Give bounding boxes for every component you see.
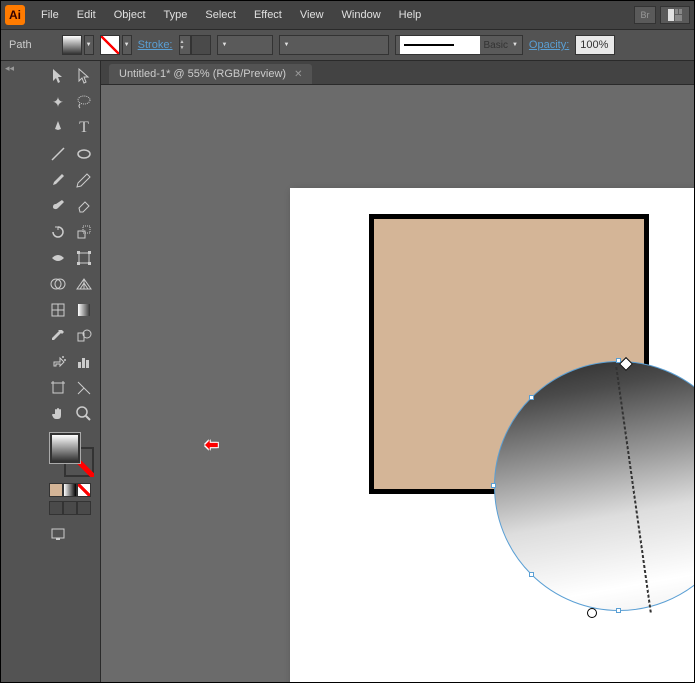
canvas-viewport[interactable]: ⬅ <box>101 85 694 682</box>
opacity-input[interactable]: 100% <box>575 35 615 55</box>
column-graph-tool-icon[interactable] <box>71 349 97 375</box>
menu-edit[interactable]: Edit <box>69 5 104 25</box>
magic-wand-tool-icon[interactable]: ✦ <box>45 89 71 115</box>
brush-preset-dropdown[interactable]: Basic ▼ <box>395 35 523 55</box>
document-tab-title: Untitled-1* @ 55% (RGB/Preview) <box>119 68 286 80</box>
stroke-weight-stepper[interactable]: ▲▼ <box>179 35 211 55</box>
bridge-button[interactable]: Br <box>634 6 656 24</box>
perspective-grid-tool-icon[interactable] <box>71 271 97 297</box>
menu-file[interactable]: File <box>33 5 67 25</box>
slice-tool-icon[interactable] <box>71 375 97 401</box>
opacity-label[interactable]: Opacity: <box>529 39 569 51</box>
app-logo-icon: Ai <box>5 5 25 25</box>
draw-behind-button[interactable] <box>63 501 77 515</box>
width-tool-icon[interactable] <box>45 245 71 271</box>
menu-bar: File Edit Object Type Select Effect View… <box>33 5 429 25</box>
menu-object[interactable]: Object <box>106 5 154 25</box>
brush-name-label: Basic <box>484 40 508 51</box>
stroke-dropdown[interactable]: ▼ <box>122 35 132 55</box>
gradient-end-handle[interactable] <box>587 608 597 618</box>
selection-handle[interactable] <box>529 395 534 400</box>
shape-builder-tool-icon[interactable] <box>45 271 71 297</box>
gradient-tool-icon[interactable] <box>71 297 97 323</box>
menu-type[interactable]: Type <box>156 5 196 25</box>
selection-handle[interactable] <box>491 483 496 488</box>
blend-tool-icon[interactable] <box>71 323 97 349</box>
stroke-weight-label[interactable]: Stroke: <box>138 39 173 51</box>
title-bar: Ai File Edit Object Type Select Effect V… <box>1 1 694 29</box>
artboard-tool-icon[interactable] <box>45 375 71 401</box>
expand-panel-icon[interactable]: ◂◂ <box>1 61 43 77</box>
fill-swatch[interactable] <box>62 35 82 55</box>
draw-normal-button[interactable] <box>49 501 63 515</box>
blob-brush-tool-icon[interactable] <box>45 193 71 219</box>
close-tab-icon[interactable]: ✕ <box>294 69 302 80</box>
fill-stroke-indicator[interactable] <box>50 433 94 477</box>
type-tool-icon[interactable]: T <box>71 115 97 141</box>
control-panel: Path ▼ ▼ Stroke: ▲▼ ▼ ▼ Basic ▼ Opacity:… <box>1 29 694 61</box>
menu-help[interactable]: Help <box>391 5 430 25</box>
draw-inside-button[interactable] <box>77 501 91 515</box>
brush-definition-dropdown[interactable]: ▼ <box>279 35 389 55</box>
shape-tool-icon[interactable] <box>71 141 97 167</box>
none-mode-button[interactable] <box>77 483 91 497</box>
menu-window[interactable]: Window <box>334 5 389 25</box>
menu-effect[interactable]: Effect <box>246 5 290 25</box>
pen-tool-icon[interactable] <box>45 115 71 141</box>
lasso-tool-icon[interactable] <box>71 89 97 115</box>
layout-arrange-button[interactable] <box>660 6 690 24</box>
symbol-sprayer-tool-icon[interactable] <box>45 349 71 375</box>
fill-color-box[interactable] <box>50 433 80 463</box>
document-tab-bar: Untitled-1* @ 55% (RGB/Preview) ✕ <box>101 61 694 85</box>
toolbox: ✦ T <box>43 61 101 682</box>
free-transform-tool-icon[interactable] <box>71 245 97 271</box>
selection-handle[interactable] <box>616 608 621 613</box>
var-width-profile-dropdown[interactable]: ▼ <box>217 35 273 55</box>
mesh-tool-icon[interactable] <box>45 297 71 323</box>
menu-view[interactable]: View <box>292 5 332 25</box>
line-tool-icon[interactable] <box>45 141 71 167</box>
scale-tool-icon[interactable] <box>71 219 97 245</box>
collapsed-panel-dock[interactable]: ◂◂ <box>1 61 43 682</box>
zoom-tool-icon[interactable] <box>71 401 97 427</box>
eyedropper-tool-icon[interactable] <box>45 323 71 349</box>
screen-mode-button[interactable] <box>45 521 71 547</box>
direct-selection-tool-icon[interactable] <box>71 63 97 89</box>
fill-dropdown[interactable]: ▼ <box>84 35 94 55</box>
annotation-arrow-icon: ⬅ <box>205 435 218 455</box>
pencil-tool-icon[interactable] <box>71 167 97 193</box>
selection-tool-icon[interactable] <box>45 63 71 89</box>
brush-preview <box>400 36 480 54</box>
menu-select[interactable]: Select <box>197 5 244 25</box>
eraser-tool-icon[interactable] <box>71 193 97 219</box>
selection-handle[interactable] <box>529 572 534 577</box>
gradient-mode-button[interactable] <box>63 483 77 497</box>
color-mode-button[interactable] <box>49 483 63 497</box>
stroke-swatch[interactable] <box>100 35 120 55</box>
rotate-tool-icon[interactable] <box>45 219 71 245</box>
document-tab[interactable]: Untitled-1* @ 55% (RGB/Preview) ✕ <box>109 64 312 84</box>
paintbrush-tool-icon[interactable] <box>45 167 71 193</box>
object-type-label: Path <box>9 39 32 51</box>
hand-tool-icon[interactable] <box>45 401 71 427</box>
